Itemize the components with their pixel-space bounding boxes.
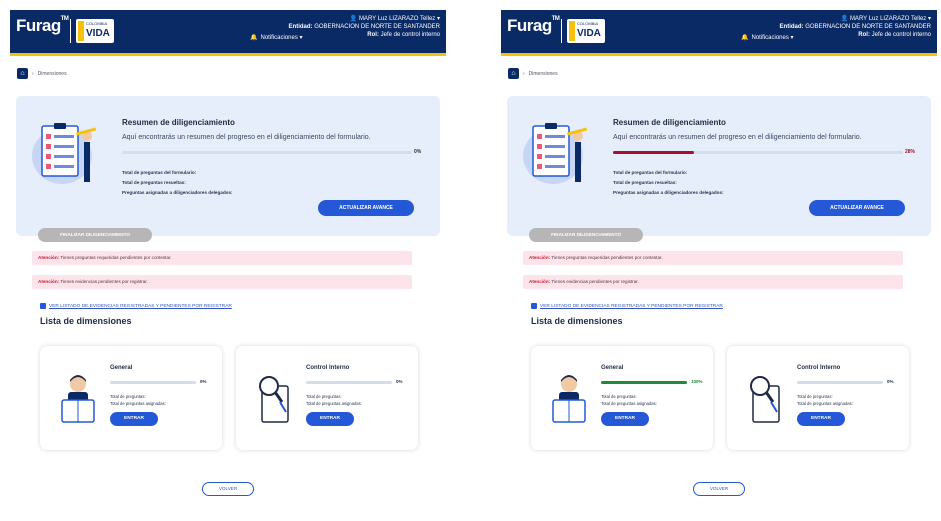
dimension-progress-fill bbox=[601, 381, 687, 384]
checklist-illustration bbox=[32, 123, 97, 184]
evidence-list-link[interactable]: VER LISTADO DE EVIDENCIAS REGISTRADAS Y … bbox=[531, 303, 723, 309]
alert-pending-evidence: Atención: Tienes evidencias pendientes p… bbox=[32, 275, 412, 289]
breadcrumb: ⌂ › Dimensiones bbox=[508, 68, 558, 79]
checklist-illustration bbox=[523, 123, 588, 184]
user-info[interactable]: 👤 MARY Luz LIZARAZO Tellez ▾ Entidad: GO… bbox=[780, 15, 931, 39]
enter-button[interactable]: ENTRAR bbox=[797, 412, 845, 426]
dimension-progress-label: 0% bbox=[200, 379, 207, 384]
user-info[interactable]: 👤 MARY Luz LIZARAZO Tellez ▾ Entidad: GO… bbox=[289, 15, 440, 39]
home-icon[interactable]: ⌂ bbox=[508, 68, 519, 79]
dimension-progress-bar bbox=[601, 381, 687, 384]
form-progress-label: 28% bbox=[905, 149, 916, 155]
dimensions-list-title: Lista de dimensiones bbox=[531, 316, 623, 326]
header-accent-line bbox=[10, 53, 446, 56]
dimension-card-general: General 0% Total de preguntas: Total de … bbox=[40, 346, 222, 450]
summary-stats: Total de preguntas del formulario: Total… bbox=[613, 170, 724, 195]
dimension-card-general: General 100% Total de preguntas: Total d… bbox=[531, 346, 713, 450]
summary-description: Aquí encontrarás un resumen del progreso… bbox=[122, 134, 371, 141]
finish-button[interactable]: FINALIZAR DILIGENCIAMIENTO bbox=[529, 228, 643, 242]
dimension-title: General bbox=[110, 365, 133, 371]
dimension-progress-label: 100% bbox=[691, 379, 703, 384]
enter-button[interactable]: ENTRAR bbox=[110, 412, 158, 426]
top-navbar: FuragTM COLOMBIA VIDA 🔔 Notificaciones ▾ … bbox=[501, 10, 937, 53]
summary-title: Resumen de diligenciamiento bbox=[613, 118, 726, 127]
dimension-card-control-interno: Control Interno 0% Total de preguntas: T… bbox=[236, 346, 418, 450]
form-panel-progress: FuragTM COLOMBIA VIDA 🔔 Notificaciones ▾ … bbox=[501, 10, 937, 521]
bell-icon: 🔔 bbox=[250, 35, 258, 41]
partner-logo: COLOMBIA VIDA bbox=[567, 19, 605, 43]
top-navbar: FuragTM COLOMBIA VIDA 🔔 Notificaciones ▾ … bbox=[10, 10, 446, 53]
dimension-card-control-interno: Control Interno 0% Total de preguntas: T… bbox=[727, 346, 909, 450]
alert-pending-evidence: Atención: Tienes evidencias pendientes p… bbox=[523, 275, 903, 289]
form-panel-initial: FuragTM COLOMBIA VIDA 🔔 Notificaciones ▾ … bbox=[10, 10, 446, 521]
home-icon[interactable]: ⌂ bbox=[17, 68, 28, 79]
logo-divider bbox=[561, 19, 562, 43]
enter-button[interactable]: ENTRAR bbox=[601, 412, 649, 426]
dimension-progress-label: 0% bbox=[396, 379, 403, 384]
reader-icon bbox=[61, 375, 95, 423]
bell-icon: 🔔 bbox=[741, 35, 749, 41]
dimension-progress-bar bbox=[797, 381, 883, 384]
dimension-title: Control Interno bbox=[797, 365, 841, 371]
alert-pending-questions: Atención: Tienes preguntas requeridas pe… bbox=[523, 251, 903, 265]
back-button[interactable]: VOLVER bbox=[202, 482, 254, 496]
form-progress-bar bbox=[122, 151, 412, 154]
dimensions-list-title: Lista de dimensiones bbox=[40, 316, 132, 326]
evidence-list-link[interactable]: VER LISTADO DE EVIDENCIAS REGISTRADAS Y … bbox=[40, 303, 232, 309]
update-progress-button[interactable]: ACTUALIZAR AVANCE bbox=[318, 200, 414, 216]
form-progress-bar bbox=[613, 151, 903, 154]
form-progress-fill bbox=[613, 151, 695, 154]
logo-divider bbox=[70, 19, 71, 43]
header-accent-line bbox=[501, 53, 937, 56]
reader-icon bbox=[552, 375, 586, 423]
summary-title: Resumen de diligenciamiento bbox=[122, 118, 235, 127]
update-progress-button[interactable]: ACTUALIZAR AVANCE bbox=[809, 200, 905, 216]
dimension-progress-label: 0% bbox=[887, 379, 894, 384]
finish-button[interactable]: FINALIZAR DILIGENCIAMIENTO bbox=[38, 228, 152, 242]
dimension-progress-bar bbox=[306, 381, 392, 384]
summary-card: Resumen de diligenciamiento Aquí encontr… bbox=[16, 96, 440, 236]
furag-logo[interactable]: FuragTM bbox=[507, 16, 560, 36]
furag-logo[interactable]: FuragTM bbox=[16, 16, 69, 36]
user-icon: 👤 bbox=[840, 16, 849, 22]
user-icon: 👤 bbox=[349, 16, 358, 22]
enter-button[interactable]: ENTRAR bbox=[306, 412, 354, 426]
dimension-title: General bbox=[601, 365, 624, 371]
back-button[interactable]: VOLVER bbox=[693, 482, 745, 496]
summary-description: Aquí encontrarás un resumen del progreso… bbox=[613, 134, 862, 141]
breadcrumb-current[interactable]: Dimensiones bbox=[38, 71, 67, 77]
magnifier-document-icon bbox=[259, 376, 289, 423]
list-icon bbox=[40, 303, 46, 309]
list-icon bbox=[531, 303, 537, 309]
partner-logo: COLOMBIA VIDA bbox=[76, 19, 114, 43]
breadcrumb-current[interactable]: Dimensiones bbox=[529, 71, 558, 77]
alert-pending-questions: Atención: Tienes preguntas requeridas pe… bbox=[32, 251, 412, 265]
summary-stats: Total de preguntas del formulario: Total… bbox=[122, 170, 233, 195]
magnifier-document-icon bbox=[750, 376, 780, 423]
dimension-progress-bar bbox=[110, 381, 196, 384]
summary-card: Resumen de diligenciamiento Aquí encontr… bbox=[507, 96, 931, 236]
dimension-title: Control Interno bbox=[306, 365, 350, 371]
form-progress-label: 0% bbox=[414, 149, 422, 155]
breadcrumb: ⌂ › Dimensiones bbox=[17, 68, 67, 79]
